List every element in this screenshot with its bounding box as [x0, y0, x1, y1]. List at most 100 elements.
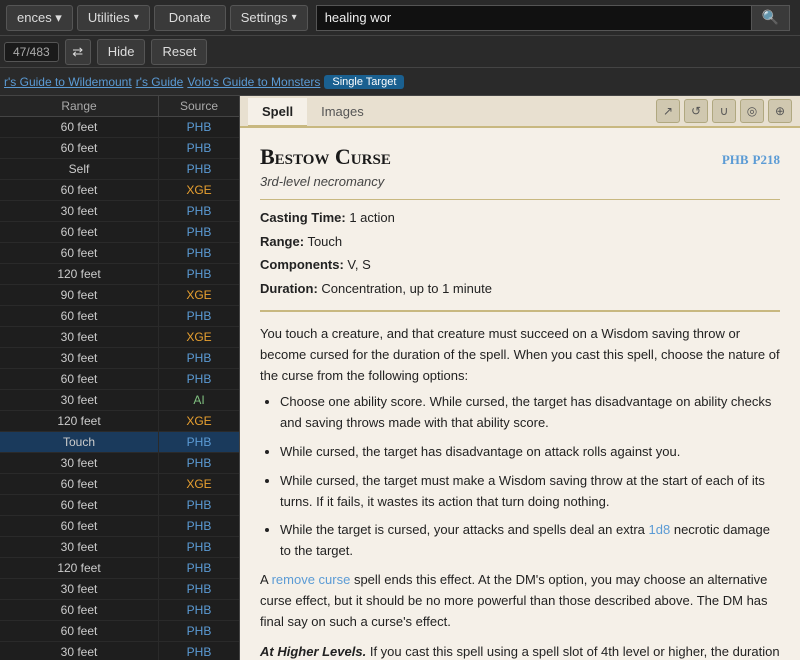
header-range: Range: [0, 96, 159, 116]
spell-source-page: P218: [753, 152, 780, 167]
list-cell-source: PHB: [159, 537, 239, 557]
donate-button[interactable]: Donate: [154, 5, 226, 31]
hide-button[interactable]: Hide: [97, 39, 146, 65]
list-item[interactable]: 60 feetPHB: [0, 243, 239, 264]
spell-divider-2: [260, 310, 780, 312]
spell-bullet: While cursed, the target has disadvantag…: [280, 442, 780, 463]
list-cell-range: 60 feet: [0, 306, 159, 326]
spell-after-bullets: A remove curse spell ends this effect. A…: [260, 570, 780, 632]
breadcrumb-wildemount[interactable]: r's Guide to Wildemount: [4, 75, 132, 89]
spell-bullet: While cursed, the target must make a Wis…: [280, 471, 780, 513]
list-item[interactable]: 30 feetXGE: [0, 327, 239, 348]
list-item[interactable]: 60 feetPHB: [0, 138, 239, 159]
header-source: Source: [159, 96, 239, 116]
range-value: Touch: [307, 234, 342, 249]
list-cell-source: PHB: [159, 369, 239, 389]
list-item[interactable]: 120 feetXGE: [0, 411, 239, 432]
tab-icon-circle[interactable]: ◎: [740, 99, 764, 123]
breadcrumb-volos[interactable]: Volo's Guide to Monsters: [187, 75, 320, 89]
remove-curse-link[interactable]: remove curse: [272, 572, 351, 587]
spell-components: Components: V, S: [260, 255, 780, 275]
list-cell-source: XGE: [159, 327, 239, 347]
search-container: 🔍: [316, 5, 790, 31]
list-item[interactable]: TouchPHB: [0, 432, 239, 453]
list-item[interactable]: 90 feetXGE: [0, 285, 239, 306]
spell-bullet: While the target is cursed, your attacks…: [280, 520, 780, 562]
spell-level: 3rd-level necromancy: [260, 174, 780, 189]
list-item[interactable]: 30 feetPHB: [0, 201, 239, 222]
list-rows: 60 feetPHB60 feetPHBSelfPHB60 feetXGE30 …: [0, 117, 239, 660]
components-label: Components:: [260, 257, 344, 272]
higher-levels: At Higher Levels. If you cast this spell…: [260, 642, 780, 660]
tab-images[interactable]: Images: [307, 98, 378, 127]
list-cell-range: 120 feet: [0, 264, 159, 284]
list-item[interactable]: 60 feetPHB: [0, 222, 239, 243]
settings-menu[interactable]: Settings ▾: [230, 5, 308, 31]
tab-icon-union[interactable]: ∪: [712, 99, 736, 123]
list-cell-source: PHB: [159, 600, 239, 620]
right-panel: Spell Images ↗ ↺ ∪ ◎ ⊕ Bestow Curse PHB …: [240, 96, 800, 660]
list-cell-source: PHB: [159, 495, 239, 515]
list-item[interactable]: 30 feetPHB: [0, 579, 239, 600]
list-item[interactable]: 30 feetPHB: [0, 453, 239, 474]
list-item[interactable]: SelfPHB: [0, 159, 239, 180]
search-button[interactable]: 🔍: [751, 5, 790, 31]
list-item[interactable]: 30 feetPHB: [0, 537, 239, 558]
list-item[interactable]: 120 feetPHB: [0, 558, 239, 579]
list-item[interactable]: 30 feetPHB: [0, 348, 239, 369]
higher-levels-label: At Higher Levels.: [260, 644, 366, 659]
list-cell-range: 60 feet: [0, 117, 159, 137]
list-item[interactable]: 60 feetXGE: [0, 474, 239, 495]
list-cell-source: PHB: [159, 621, 239, 641]
casting-time-label: Casting Time:: [260, 210, 346, 225]
list-item[interactable]: 30 feetPHB: [0, 642, 239, 660]
list-item[interactable]: 60 feetPHB: [0, 306, 239, 327]
list-cell-source: PHB: [159, 117, 239, 137]
single-target-tag: Single Target: [324, 75, 404, 89]
settings-chevron: ▾: [292, 12, 297, 23]
list-cell-source: PHB: [159, 348, 239, 368]
list-cell-range: 60 feet: [0, 180, 159, 200]
list-item[interactable]: 60 feetPHB: [0, 495, 239, 516]
utilities-menu[interactable]: Utilities ▾: [77, 5, 150, 31]
list-cell-source: XGE: [159, 474, 239, 494]
breadcrumb-guide2[interactable]: r's Guide: [136, 75, 184, 89]
reset-button[interactable]: Reset: [151, 39, 207, 65]
list-cell-source: PHB: [159, 222, 239, 242]
tab-icon-pin[interactable]: ↗: [656, 99, 680, 123]
spell-casting-time: Casting Time: 1 action: [260, 208, 780, 228]
list-item[interactable]: 30 feetAI: [0, 390, 239, 411]
tab-icon-plus[interactable]: ⊕: [768, 99, 792, 123]
spell-source: PHB P218: [722, 151, 780, 169]
tab-spell[interactable]: Spell: [248, 98, 307, 127]
casting-time-value: 1 action: [349, 210, 395, 225]
shuffle-button[interactable]: ⇄: [65, 39, 91, 65]
list-item[interactable]: 120 feetPHB: [0, 264, 239, 285]
list-item[interactable]: 60 feetPHB: [0, 117, 239, 138]
spell-source-label: PHB: [722, 152, 749, 167]
list-cell-range: 60 feet: [0, 495, 159, 515]
list-item[interactable]: 60 feetPHB: [0, 369, 239, 390]
list-cell-range: 60 feet: [0, 474, 159, 494]
list-cell-source: PHB: [159, 558, 239, 578]
dice-link[interactable]: 1d8: [649, 522, 671, 537]
search-input[interactable]: [316, 5, 751, 31]
list-item[interactable]: 60 feetXGE: [0, 180, 239, 201]
list-cell-range: 60 feet: [0, 600, 159, 620]
list-cell-range: 120 feet: [0, 411, 159, 431]
main-layout: Range Source 60 feetPHB60 feetPHBSelfPHB…: [0, 96, 800, 660]
list-cell-source: PHB: [159, 432, 239, 452]
list-item[interactable]: 60 feetPHB: [0, 600, 239, 621]
spell-desc-text: You touch a creature, and that creature …: [260, 324, 780, 386]
list-item[interactable]: 60 feetPHB: [0, 516, 239, 537]
spell-content: Bestow Curse PHB P218 3rd-level necroman…: [240, 128, 800, 660]
list-cell-range: 30 feet: [0, 642, 159, 660]
spell-title-row: Bestow Curse PHB P218: [260, 144, 780, 170]
utilities-label: Utilities: [88, 10, 130, 25]
references-menu[interactable]: ences ▾: [6, 5, 73, 31]
list-item[interactable]: 60 feetPHB: [0, 621, 239, 642]
spell-description: You touch a creature, and that creature …: [260, 324, 780, 632]
tab-icon-refresh[interactable]: ↺: [684, 99, 708, 123]
references-label: ences ▾: [17, 10, 62, 26]
list-cell-source: PHB: [159, 642, 239, 660]
